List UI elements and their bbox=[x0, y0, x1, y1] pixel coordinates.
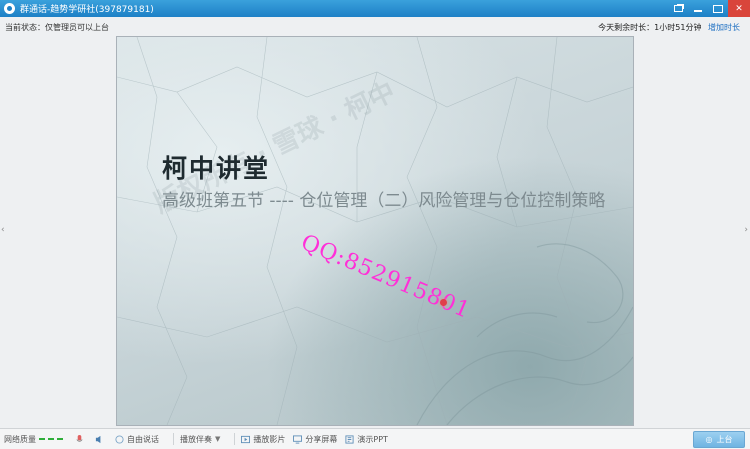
present-ppt-button[interactable]: 演示PPT bbox=[345, 434, 388, 445]
window-title: 群通话-趋势学研社(397879181) bbox=[20, 5, 154, 15]
network-quality-label: 网络质量 bbox=[4, 434, 36, 444]
app-logo-icon bbox=[4, 3, 15, 14]
play-video-label: 播放影片 bbox=[253, 434, 286, 444]
slide-subtitle: 高级班第五节 ---- 仓位管理（二）风险管理与仓位控制策略 bbox=[162, 191, 606, 211]
speaker-icon[interactable] bbox=[95, 435, 107, 444]
close-icon[interactable]: ✕ bbox=[728, 0, 750, 17]
presentation-stage: 版权所有 · 雪球 · 柯中 柯中讲堂 高级班第五节 ---- 仓位管理（二）风… bbox=[116, 36, 634, 426]
laser-pointer-icon bbox=[440, 299, 447, 306]
screen-icon bbox=[293, 434, 303, 444]
free-talk-button[interactable]: 自由说话 bbox=[115, 434, 159, 445]
chevron-down-icon[interactable]: ▼ bbox=[215, 435, 220, 443]
remaining-time: 今天剩余时长：1小时51分钟 增加时长 bbox=[598, 22, 740, 33]
window-controls: ✕ bbox=[668, 0, 750, 17]
minimize-icon[interactable] bbox=[688, 0, 708, 17]
title-bar: 群通话-趋势学研社(397879181) ✕ bbox=[0, 0, 750, 17]
microphone-icon[interactable] bbox=[75, 434, 87, 444]
free-talk-label: 自由说话 bbox=[127, 434, 159, 444]
go-up-label: 上台 bbox=[716, 435, 733, 444]
play-sound-label: 播放伴奏 bbox=[180, 434, 212, 444]
divider bbox=[234, 433, 236, 445]
maximize-icon[interactable] bbox=[708, 0, 728, 17]
prev-arrow-icon[interactable]: ‹ bbox=[1, 225, 5, 235]
go-up-button[interactable]: ◎ 上台 bbox=[693, 431, 745, 448]
next-arrow-icon[interactable]: › bbox=[744, 225, 748, 235]
video-icon bbox=[241, 435, 251, 443]
present-ppt-label: 演示PPT bbox=[357, 434, 388, 444]
divider bbox=[173, 433, 174, 445]
share-screen-button[interactable]: 分享屏幕 bbox=[293, 434, 337, 445]
bottom-toolbar: 网络质量 自由说话 播放伴奏 ▼ 播放影片 分享屏幕 演示PPT ◎ 上台 bbox=[0, 428, 750, 449]
play-video-button[interactable]: 播放影片 bbox=[241, 434, 285, 445]
add-time-link[interactable]: 增加时长 bbox=[708, 23, 740, 32]
free-talk-icon bbox=[115, 434, 124, 444]
share-screen-label: 分享屏幕 bbox=[305, 434, 338, 444]
restore-icon[interactable] bbox=[668, 0, 688, 17]
current-state-text: 当前状态：仅管理员可以上台 bbox=[5, 23, 109, 32]
slide-title: 柯中讲堂 bbox=[162, 154, 271, 183]
go-up-icon: ◎ bbox=[705, 435, 713, 444]
play-sound-button[interactable]: 播放伴奏 ▼ bbox=[180, 434, 220, 445]
network-quality: 网络质量 bbox=[4, 434, 67, 445]
remaining-time-text: 今天剩余时长：1小时51分钟 bbox=[598, 23, 702, 32]
status-row: 当前状态：仅管理员可以上台 今天剩余时长：1小时51分钟 增加时长 bbox=[0, 19, 750, 35]
network-signal-icon bbox=[39, 438, 63, 440]
ppt-icon bbox=[345, 434, 354, 444]
